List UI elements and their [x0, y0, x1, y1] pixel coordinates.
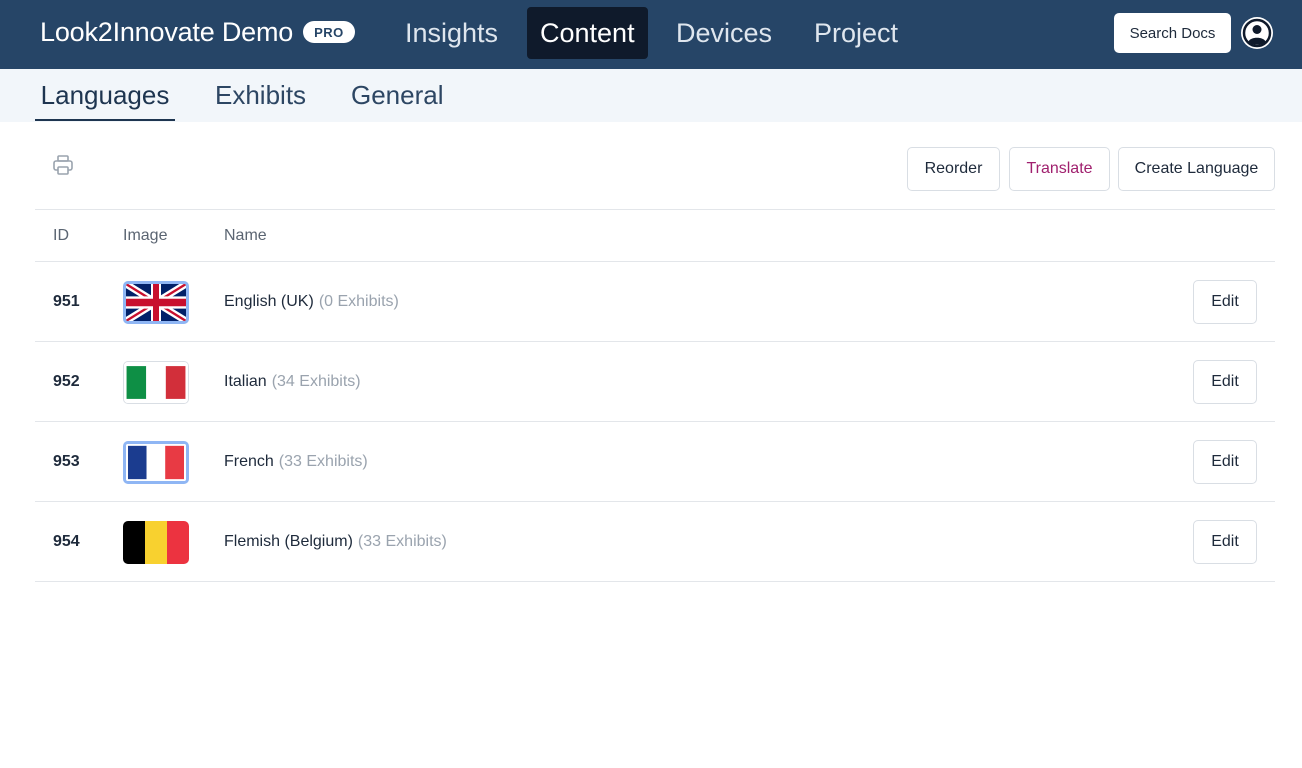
- language-name: Italian: [224, 372, 267, 390]
- language-id: 954: [53, 532, 80, 550]
- language-name-cell: English (UK) (0 Exhibits): [224, 262, 399, 341]
- tab-languages[interactable]: Languages: [35, 69, 175, 122]
- edit-button[interactable]: Edit: [1193, 360, 1257, 404]
- language-name: Flemish (Belgium): [224, 532, 353, 550]
- exhibit-count: (33 Exhibits): [278, 452, 368, 470]
- brand[interactable]: Look2Innovate Demo PRO: [40, 0, 355, 64]
- languages-table: ID Image Name 951 English (UK) (0 Exhibit…: [35, 209, 1275, 582]
- language-id: 951: [53, 292, 80, 310]
- language-name-cell: French (33 Exhibits): [224, 422, 368, 501]
- language-id: 953: [53, 452, 80, 470]
- language-name-cell: Flemish (Belgium) (33 Exhibits): [224, 502, 447, 581]
- reorder-button[interactable]: Reorder: [907, 147, 1000, 191]
- italy-flag-icon: [123, 361, 189, 404]
- translate-button[interactable]: Translate: [1009, 147, 1110, 191]
- create-language-button[interactable]: Create Language: [1118, 147, 1275, 191]
- language-name: French: [224, 452, 274, 470]
- france-flag-icon: [123, 441, 189, 484]
- edit-button[interactable]: Edit: [1193, 440, 1257, 484]
- top-navigation-bar: Look2Innovate Demo PRO Insights Content …: [0, 0, 1302, 69]
- language-name-cell: Italian (34 Exhibits): [224, 342, 361, 421]
- table-row: 954 Flemish (Belgium) (33 Exhibits) Edit: [35, 502, 1275, 582]
- table-row: 951 English (UK) (0 Exhibits) Edit: [35, 262, 1275, 342]
- edit-button[interactable]: Edit: [1193, 280, 1257, 324]
- sub-navigation-bar: Languages Exhibits General: [0, 69, 1302, 122]
- tab-general[interactable]: General: [346, 69, 449, 122]
- nav-tab-project[interactable]: Project: [801, 7, 911, 59]
- tab-languages-label: Languages: [40, 80, 170, 110]
- uk-flag-icon: [123, 281, 189, 324]
- pro-badge: PRO: [303, 21, 355, 43]
- column-header-image: Image: [123, 227, 168, 244]
- nav-tab-insights[interactable]: Insights: [392, 7, 511, 59]
- belgium-flag-icon: [123, 521, 189, 564]
- tab-exhibits-label: Exhibits: [215, 80, 307, 110]
- tab-exhibits[interactable]: Exhibits: [210, 69, 311, 122]
- column-header-name: Name: [224, 227, 267, 244]
- language-id: 952: [53, 372, 80, 390]
- tab-general-label: General: [351, 80, 444, 110]
- language-name: English (UK): [224, 292, 314, 310]
- table-row: 953 French (33 Exhibits) Edit: [35, 422, 1275, 502]
- table-header: ID Image Name: [35, 209, 1275, 262]
- nav-tab-content[interactable]: Content: [527, 7, 648, 59]
- user-circle-icon[interactable]: [1240, 16, 1274, 50]
- search-docs-button[interactable]: Search Docs: [1114, 13, 1231, 53]
- nav-tab-devices[interactable]: Devices: [663, 7, 785, 59]
- table-row: 952 Italian (34 Exhibits) Edit: [35, 342, 1275, 422]
- exhibit-count: (34 Exhibits): [271, 372, 361, 390]
- brand-name: Look2Innovate Demo: [40, 16, 294, 47]
- edit-button[interactable]: Edit: [1193, 520, 1257, 564]
- printer-icon[interactable]: [52, 154, 74, 176]
- column-header-id: ID: [53, 227, 69, 244]
- exhibit-count: (33 Exhibits): [357, 532, 447, 550]
- exhibit-count: (0 Exhibits): [318, 292, 399, 310]
